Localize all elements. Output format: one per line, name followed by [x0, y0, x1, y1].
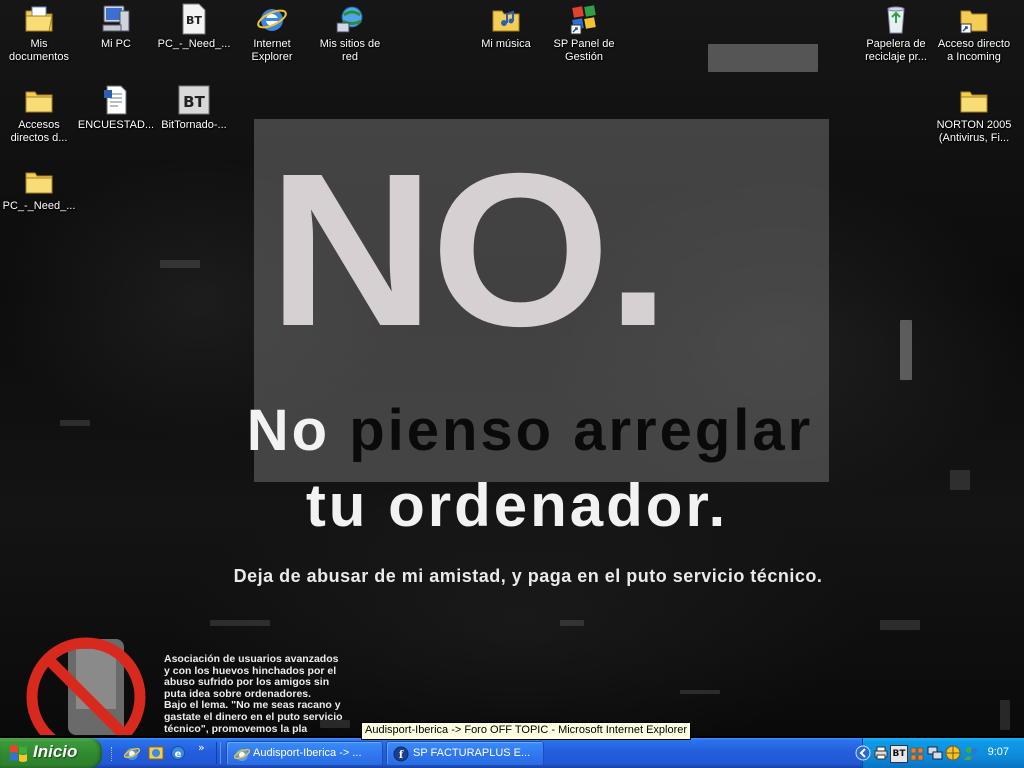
desktop-icon-mi-pc[interactable]: Mi PC — [77, 3, 155, 51]
start-button[interactable]: Inicio — [0, 738, 102, 768]
taskbar-button-label: Audisport-Iberica -> ... — [253, 747, 362, 759]
desktop-icon-pc-need-folder[interactable]: PC_-_Need_... — [0, 165, 78, 213]
no-sign-icon — [16, 635, 164, 735]
chevron-left-icon[interactable] — [855, 745, 871, 761]
wallpaper-subtitle: Deja de abusar de mi amistad, y paga en … — [233, 566, 823, 586]
icon-label: Mis documentos — [9, 38, 69, 63]
icon-label: Mi PC — [101, 38, 131, 50]
ie-browser-icon[interactable]: e — [170, 745, 186, 761]
taskbar-button-facturaplus[interactable]: f SP FACTURAPLUS E... — [386, 741, 544, 766]
desktop-icon-internet-explorer[interactable]: Internet Explorer — [233, 3, 311, 64]
desktop-icon-acceso-incoming[interactable]: Acceso directo a Incoming — [935, 3, 1013, 64]
quick-launch-overflow[interactable]: » — [198, 741, 205, 754]
taskbar-tooltip: Audisport-Iberica -> Foro OFF TOPIC - Mi… — [361, 722, 692, 740]
desktop-icon-mis-documentos[interactable]: Mis documentos — [0, 3, 78, 64]
quick-launch-grip[interactable] — [111, 747, 116, 761]
icon-label: Accesos directos d... — [10, 119, 68, 144]
desktop-icon-pc-need-bt[interactable]: BT PC_-_Need_... — [155, 3, 233, 51]
icon-label: Mi música — [481, 38, 531, 50]
internet-explorer-icon — [257, 9, 287, 31]
taskbar-button-label: SP FACTURAPLUS E... — [413, 747, 531, 759]
desktop-icon-mi-musica[interactable]: Mi música — [467, 3, 545, 51]
svg-text:e: e — [175, 749, 182, 760]
folder-icon — [25, 172, 53, 194]
assoc-line: Asociación de usuarios avanzados — [164, 653, 339, 665]
desktop-icon-bittornado[interactable]: BT BitTornado-... — [155, 84, 233, 132]
facturaplus-icon: f — [393, 746, 409, 762]
my-music-icon — [492, 10, 520, 32]
printer-icon[interactable] — [873, 745, 889, 761]
recycle-bin-icon — [887, 6, 905, 34]
folder-icon — [960, 91, 988, 113]
my-documents-icon — [25, 6, 53, 32]
internet-explorer-icon — [234, 748, 250, 761]
network-places-icon — [336, 6, 363, 33]
icon-label: PC_-_Need_... — [2, 200, 76, 212]
bittornado-icon[interactable]: BT — [890, 745, 908, 763]
headline-no: NO. — [268, 129, 670, 372]
document-icon — [104, 85, 127, 115]
icon-label: SP Panel de Gestión — [553, 38, 615, 63]
folder-icon — [25, 91, 53, 113]
system-tray: BT 9:07 — [855, 738, 1024, 768]
icon-label: PC_-_Need_... — [157, 38, 231, 50]
desktop-icon-mis-sitios-de-red[interactable]: Mis sitios de red — [311, 3, 389, 64]
taskbar-button-audisport[interactable]: Audisport-Iberica -> ... — [226, 741, 383, 766]
wallpaper-line-1: No pienso arreglar — [0, 398, 1024, 464]
winamp-icon[interactable] — [909, 745, 925, 761]
icon-label: Internet Explorer — [251, 38, 293, 63]
msn-icon[interactable] — [945, 745, 961, 761]
sp-panel-icon — [570, 5, 596, 35]
internet-explorer-icon[interactable] — [124, 745, 140, 761]
line1-light-text: No — [246, 398, 350, 463]
taskbar: Inicio e » Audisport-Iberica -> ... f SP… — [0, 738, 1024, 768]
my-computer-icon — [102, 5, 130, 32]
desktop-icon-encuestad[interactable]: ENCUESTAD... — [77, 84, 155, 132]
network-icon[interactable] — [927, 745, 943, 761]
folder-shortcut-icon — [960, 10, 988, 34]
svg-text:BT: BT — [186, 14, 202, 27]
wallpaper-line-2: tu ordenador. — [305, 472, 729, 539]
desktop-icon-accesos-directos[interactable]: Accesos directos d... — [0, 84, 78, 145]
clock[interactable]: 9:07 — [988, 746, 1009, 758]
desktop-icon-norton[interactable]: NORTON 2005 (Antivirus, Fi... — [935, 84, 1013, 145]
desktop-icon-papelera[interactable]: Papelera de reciclaje pr... — [857, 3, 935, 64]
icon-label: BitTornado-... — [161, 119, 227, 131]
desktop-icon-sp-panel[interactable]: SP Panel de Gestión — [545, 3, 623, 64]
bt-file-icon: BT — [182, 3, 206, 35]
outlook-express-icon[interactable] — [148, 745, 164, 761]
bittornado-icon: BT — [178, 85, 210, 115]
windows-logo-icon — [10, 745, 27, 762]
svg-text:f: f — [399, 750, 404, 761]
desktop: NO. No pienso arreglar tu ordenador. Dej… — [0, 0, 1024, 736]
icon-label: Acceso directo a Incoming — [937, 38, 1011, 63]
taskbar-separator — [216, 742, 221, 764]
icon-label: ENCUESTAD... — [77, 119, 155, 131]
security-icon[interactable] — [963, 745, 979, 761]
line1-dark-text: pienso arreglar — [349, 398, 814, 463]
icon-label: Papelera de reciclaje pr... — [865, 38, 927, 63]
svg-text:BT: BT — [183, 93, 205, 111]
icon-label: NORTON 2005 (Antivirus, Fi... — [936, 119, 1012, 144]
icon-label: Mis sitios de red — [319, 38, 381, 63]
start-label: Inicio — [33, 742, 78, 761]
